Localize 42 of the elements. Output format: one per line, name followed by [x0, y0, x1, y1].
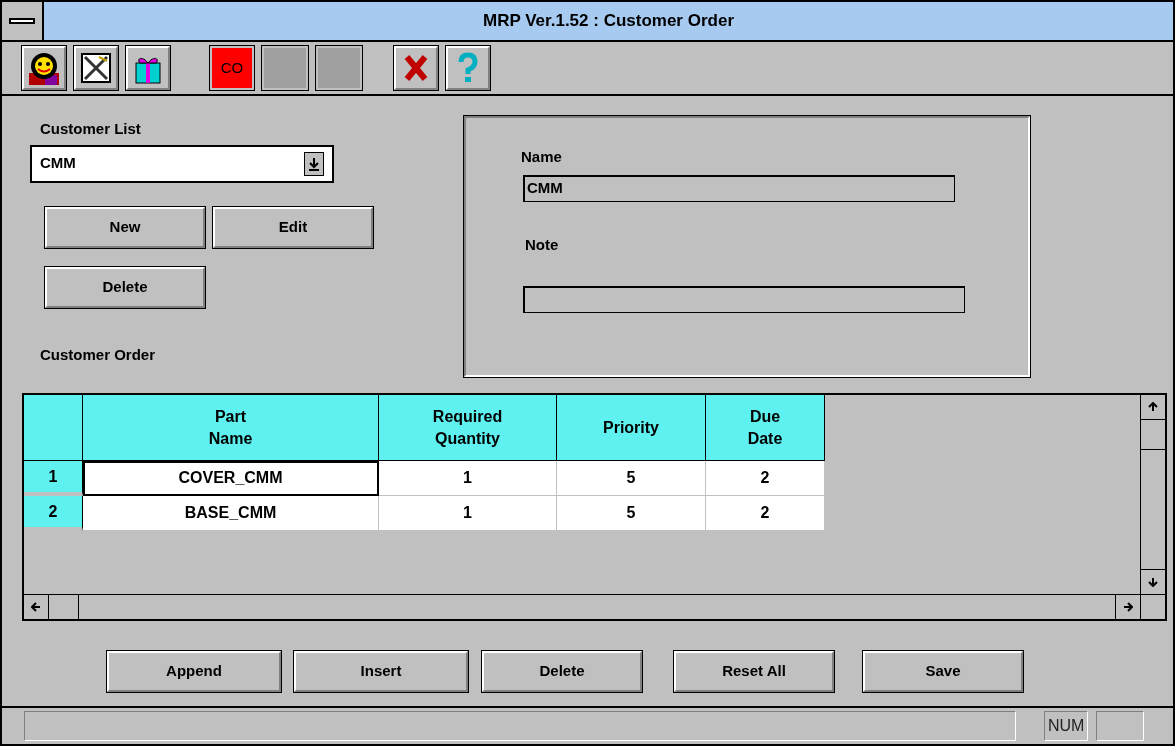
name-field[interactable]: CMM: [523, 174, 955, 202]
column-header: Required Quantity: [432, 406, 503, 449]
table-cell[interactable]: 5: [557, 461, 706, 496]
left-arrow-icon: [31, 602, 41, 612]
table-cell[interactable]: 2: [706, 496, 825, 531]
minus-icon: [9, 18, 35, 24]
customer-dropdown[interactable]: CMM: [30, 144, 334, 183]
table-cell[interactable]: 5: [557, 496, 706, 531]
field-label: Note: [525, 234, 559, 255]
up-arrow-icon: [1148, 402, 1158, 412]
vertical-scrollbar[interactable]: [1140, 395, 1165, 619]
customer-button[interactable]: New: [45, 206, 205, 248]
action-button[interactable]: Delete: [482, 651, 642, 692]
action-button[interactable]: Reset All: [674, 651, 834, 692]
action-button[interactable]: Append: [107, 651, 281, 692]
row-header: 2: [24, 496, 83, 531]
status-panel: [1096, 711, 1145, 741]
table-cell[interactable]: 1: [379, 496, 557, 531]
customer-button[interactable]: Delete: [45, 266, 205, 308]
crossed-tools-icon: [79, 51, 113, 85]
column-header: Part Name: [208, 406, 253, 449]
down-arrow-icon: [1148, 577, 1158, 587]
table-cell[interactable]: 1: [379, 461, 557, 496]
section-label: Customer Order: [40, 344, 156, 365]
column-header: Priority: [603, 417, 659, 438]
table-cell[interactable]: BASE_CMM: [83, 496, 379, 531]
horizontal-scrollbar[interactable]: [24, 594, 1140, 619]
action-button[interactable]: Save: [863, 651, 1023, 692]
toolbar-button[interactable]: CO: [210, 46, 254, 90]
right-arrow-icon: [1123, 602, 1133, 612]
window-title: MRP Ver.1.52 : Customer Order: [483, 10, 734, 33]
customer-button[interactable]: Edit: [213, 206, 373, 248]
field-label: Name: [521, 147, 562, 167]
row-header: 1: [24, 461, 83, 496]
table-cell[interactable]: 2: [706, 461, 825, 496]
face-icon: [27, 51, 61, 85]
field-label: Customer List: [40, 119, 141, 139]
table-cell[interactable]: COVER_CMM: [83, 461, 379, 496]
column-header: Due Date: [747, 406, 783, 449]
note-field[interactable]: [523, 286, 965, 313]
status-indicator: NUM: [1044, 711, 1089, 741]
action-button[interactable]: Insert: [294, 651, 468, 692]
